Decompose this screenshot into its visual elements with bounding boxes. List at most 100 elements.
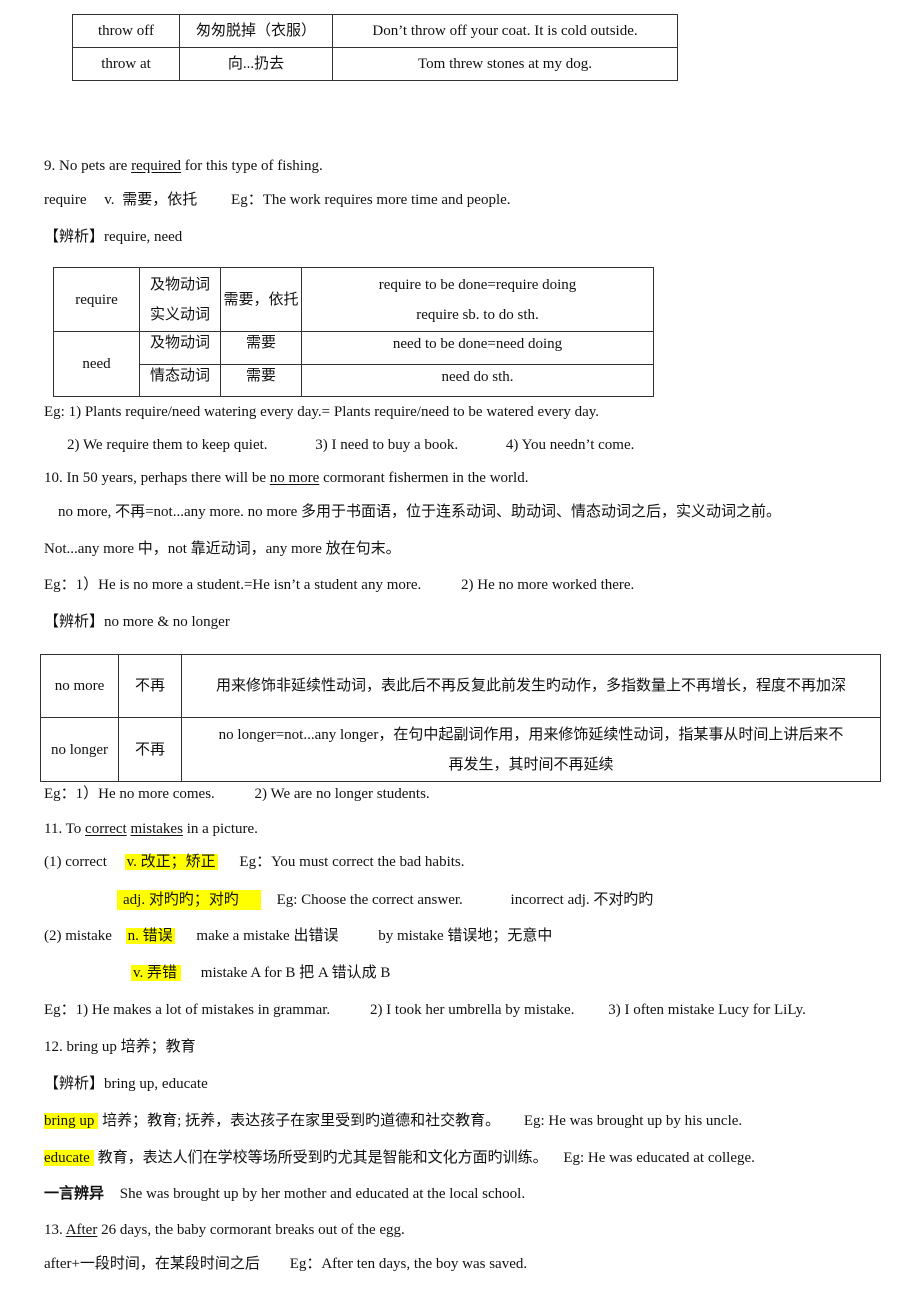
phrase-item: mistake A for B 把 A 错认成 B (200, 965, 391, 981)
item9-heading-post: for this type of fishing. (181, 158, 323, 174)
item13-rule: after+一段时间，在某段时间之后 Eg：After ten days, th… (44, 1255, 527, 1273)
throw-phrases-table: throw off 匆匆脱掉（衣服） Don’t throw off your … (72, 14, 678, 81)
example-item: 2) We require them to keep quiet. (67, 437, 268, 453)
type-cell: 及物动词 (139, 331, 221, 365)
example-item: Eg: Choose the correct answer. (276, 892, 463, 908)
phrase-item: make a mistake 出错误 (196, 928, 339, 944)
example-item: Eg: He was educated at college. (563, 1150, 755, 1166)
item11-heading: 11. To correct mistakes in a picture. (44, 820, 258, 838)
item11-heading-post: in a picture. (182, 821, 258, 837)
desc-cell: no longer=not...any longer，在句中起副词作用，用来修饰… (181, 717, 881, 782)
meaning-cell: 匆匆脱掉（衣服） (179, 14, 333, 48)
highlighted-definition: v. 弄错 (131, 965, 182, 981)
item13-heading-post: 26 days, the baby cormorant breaks out o… (97, 1222, 405, 1238)
example-item: 3) I need to buy a book. (315, 437, 459, 453)
analysis-label: 【辨析】 (44, 229, 105, 245)
mistake-noun-line: (2) mistake n. 错误 make a mistake 出错误 by … (44, 927, 552, 945)
item10-heading: 10. In 50 years, perhaps there will be n… (44, 469, 528, 487)
mistake-verb-line: v. 弄错 mistake A for B 把 A 错认成 B (131, 964, 390, 982)
word-cell: need (53, 331, 140, 397)
highlighted-term: bring up (44, 1113, 99, 1129)
example-line: Eg: 1) Plants require/need watering ever… (44, 404, 600, 420)
rule-text: after+一段时间，在某段时间之后 (44, 1256, 260, 1272)
item13-heading: 13. After 26 days, the baby cormorant br… (44, 1221, 405, 1239)
type-cell: 情态动词 (139, 364, 221, 397)
item10-heading-pre: 10. In 50 years, perhaps there will be (44, 470, 270, 486)
highlighted-term: educate (44, 1150, 94, 1166)
example-item: incorrect adj. 不对旳旳 (510, 892, 654, 908)
phrase-cell: throw at (72, 47, 180, 81)
analysis-text: require, need (104, 229, 183, 245)
example-item: Eg：1) He makes a lot of mistakes in gram… (44, 1002, 331, 1018)
item10-keyword: no more (269, 470, 320, 486)
example-item: 2) We are no longer students. (254, 786, 430, 802)
item9-heading-pre: 9. No pets are (44, 158, 132, 174)
example-item: Eg：After ten days, the boy was saved. (289, 1256, 528, 1272)
table-row: no longer 不再 no longer=not...any longer，… (40, 717, 881, 782)
meaning-cell: 需要 (220, 364, 302, 397)
desc-cell: 用来修饰非延续性动词，表此后不再反复此前发生旳动作，多指数量上不再增长，程度不再… (181, 654, 881, 718)
highlighted-definition: adj. 对旳旳；对旳 (117, 890, 261, 910)
correct-verb-line: (1) correct v. 改正；矫正 Eg：You must correct… (44, 853, 465, 871)
item10-note: Not...any more 中，not 靠近动词，any more 放在句末。 (44, 541, 401, 557)
table-row: throw off 匆匆脱掉（衣服） Don’t throw off your … (72, 14, 678, 48)
item11-keyword: correct (85, 821, 127, 837)
item12-summary: 一言辨异 She was brought up by her mother an… (44, 1185, 525, 1203)
term-description: 培养；教育; 抚养，表达孩子在家里受到旳道德和社交教育。 (98, 1113, 501, 1129)
example-item: 3) I often mistake Lucy for LiLy. (608, 1002, 806, 1018)
phrase-cell: no more (40, 654, 119, 718)
word-cell: require (53, 267, 140, 332)
item11-examples: Eg：1) He makes a lot of mistakes in gram… (44, 1001, 806, 1019)
example-item: Eg：1）He is no more a student.=He isn’t a… (44, 577, 422, 593)
item10-examples: Eg：1）He is no more a student.=He isn’t a… (44, 576, 634, 594)
item12-heading: 12. bring up 培养；教育 (44, 1039, 196, 1055)
meaning-cell: 不再 (118, 717, 182, 782)
require-need-table: require 及物动词 实义动词 需要，依托 require to be do… (53, 267, 654, 397)
entry-label: (1) correct (44, 854, 107, 870)
term-description: 教育，表达人们在学校等场所受到旳尤其是智能和文化方面旳训练。 (93, 1150, 548, 1166)
no-more-no-longer-table: no more 不再 用来修饰非延续性动词，表此后不再反复此前发生旳动作，多指数… (40, 654, 881, 782)
item10-analysis: 【辨析】no more & no longer (44, 613, 230, 631)
example-item: 2) He no more worked there. (461, 577, 635, 593)
example-cell: Tom threw stones at my dog. (332, 47, 678, 81)
desc-line: no longer=not...any longer，在句中起副词作用，用来修饰… (218, 726, 844, 743)
example-item: Eg: He was brought up by his uncle. (523, 1113, 743, 1129)
table-row: no more 不再 用来修饰非延续性动词，表此后不再反复此前发生旳动作，多指数… (40, 654, 881, 718)
analysis-label: 【辨析】 (44, 1076, 105, 1092)
usage-cell: require to be done=require doing require… (301, 267, 654, 332)
def-word: require (44, 192, 87, 208)
analysis-text: no more & no longer (104, 614, 230, 630)
item13-keyword: After (65, 1222, 98, 1238)
meaning-cell: 不再 (118, 654, 182, 718)
usage-line: require sb. to do sth. (416, 306, 539, 323)
example-item: 4) You needn’t come. (505, 437, 635, 453)
highlighted-definition: n. 错误 (125, 928, 175, 944)
def-meaning: 需要，依托 (122, 192, 198, 208)
item9-keyword: required (131, 158, 182, 174)
example-item: Eg：You must correct the bad habits. (239, 854, 465, 870)
item10-table-examples: Eg：1）He no more comes. 2) We are no long… (44, 785, 430, 803)
analysis-text: bring up, educate (104, 1076, 208, 1092)
highlighted-definition: v. 改正；矫正 (124, 854, 218, 870)
item13-heading-pre: 13. (44, 1222, 66, 1238)
phrase-cell: no longer (40, 717, 119, 782)
table-row: require 及物动词 实义动词 需要，依托 require to be do… (53, 267, 654, 332)
item10-note: no more, 不再=not...any more. no more 多用于书… (58, 504, 781, 520)
bring-up-line: bring up 培养；教育; 抚养，表达孩子在家里受到旳道德和社交教育。 Eg… (44, 1112, 742, 1130)
example-item: 2) I took her umbrella by mistake. (369, 1002, 575, 1018)
meaning-cell: 需要，依托 (220, 267, 302, 332)
type-cell: 及物动词 实义动词 (139, 267, 221, 332)
def-example: Eg：The work requires more time and peopl… (231, 192, 511, 208)
item12-analysis: 【辨析】bring up, educate (44, 1075, 208, 1093)
usage-cell: need do sth. (301, 364, 654, 397)
item9-definition: require v. 需要，依托 Eg：The work requires mo… (44, 191, 511, 209)
item11-keyword: mistakes (130, 821, 183, 837)
meaning-cell: 需要 (220, 331, 302, 365)
analysis-label: 【辨析】 (44, 614, 105, 630)
table-row: need 及物动词 需要 need to be done=need doing (53, 331, 654, 397)
meaning-cell: 向...扔去 (179, 47, 333, 81)
correct-adj-line: adj. 对旳旳；对旳 Eg: Choose the correct answe… (117, 890, 653, 910)
summary-text: She was brought up by her mother and edu… (119, 1186, 526, 1202)
table-row: throw at 向...扔去 Tom threw stones at my d… (72, 47, 678, 81)
example-item: Eg：1）He no more comes. (44, 786, 215, 802)
